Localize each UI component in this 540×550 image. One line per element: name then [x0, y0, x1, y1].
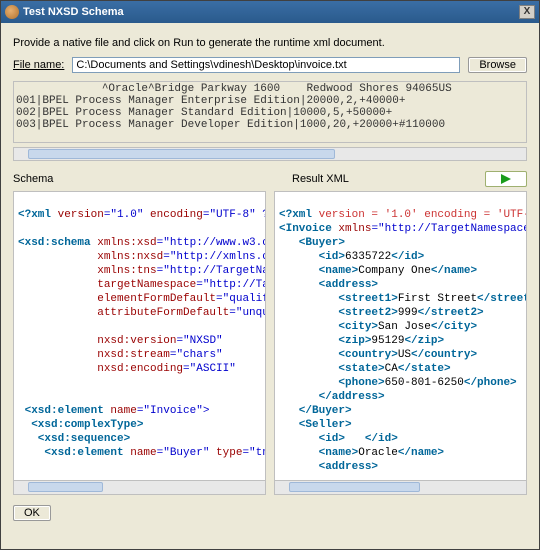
file-label: File name: [13, 59, 64, 71]
run-button[interactable] [485, 171, 527, 187]
result-scrollbar[interactable] [275, 480, 526, 494]
panels-header: Schema Result XML [13, 171, 527, 187]
result-panel[interactable]: <?xml version = '1.0' encoding = 'UTF-8'… [274, 191, 527, 495]
schema-label: Schema [13, 173, 53, 185]
titlebar: Test NXSD Schema X [1, 1, 539, 23]
scrollbar-thumb[interactable] [28, 149, 335, 159]
file-row: File name: Browse [13, 57, 527, 73]
close-button[interactable]: X [519, 5, 535, 19]
result-label: Result XML [292, 173, 349, 185]
window-title: Test NXSD Schema [23, 6, 519, 18]
ok-button[interactable]: OK [13, 505, 51, 521]
file-preview: ^Oracle^Bridge Parkway 1600 Redwood Shor… [13, 81, 527, 143]
instruction-text: Provide a native file and click on Run t… [13, 37, 527, 49]
schema-scrollbar[interactable] [14, 480, 265, 494]
panels-row: <?xml version="1.0" encoding="UTF-8" ?> … [13, 191, 527, 495]
file-path-input[interactable] [72, 57, 460, 73]
schema-panel[interactable]: <?xml version="1.0" encoding="UTF-8" ?> … [13, 191, 266, 495]
browse-button[interactable]: Browse [468, 57, 527, 73]
app-icon [5, 5, 19, 19]
dialog-content: Provide a native file and click on Run t… [1, 23, 539, 529]
file-preview-scrollbar[interactable] [13, 147, 527, 161]
play-icon [500, 173, 512, 185]
